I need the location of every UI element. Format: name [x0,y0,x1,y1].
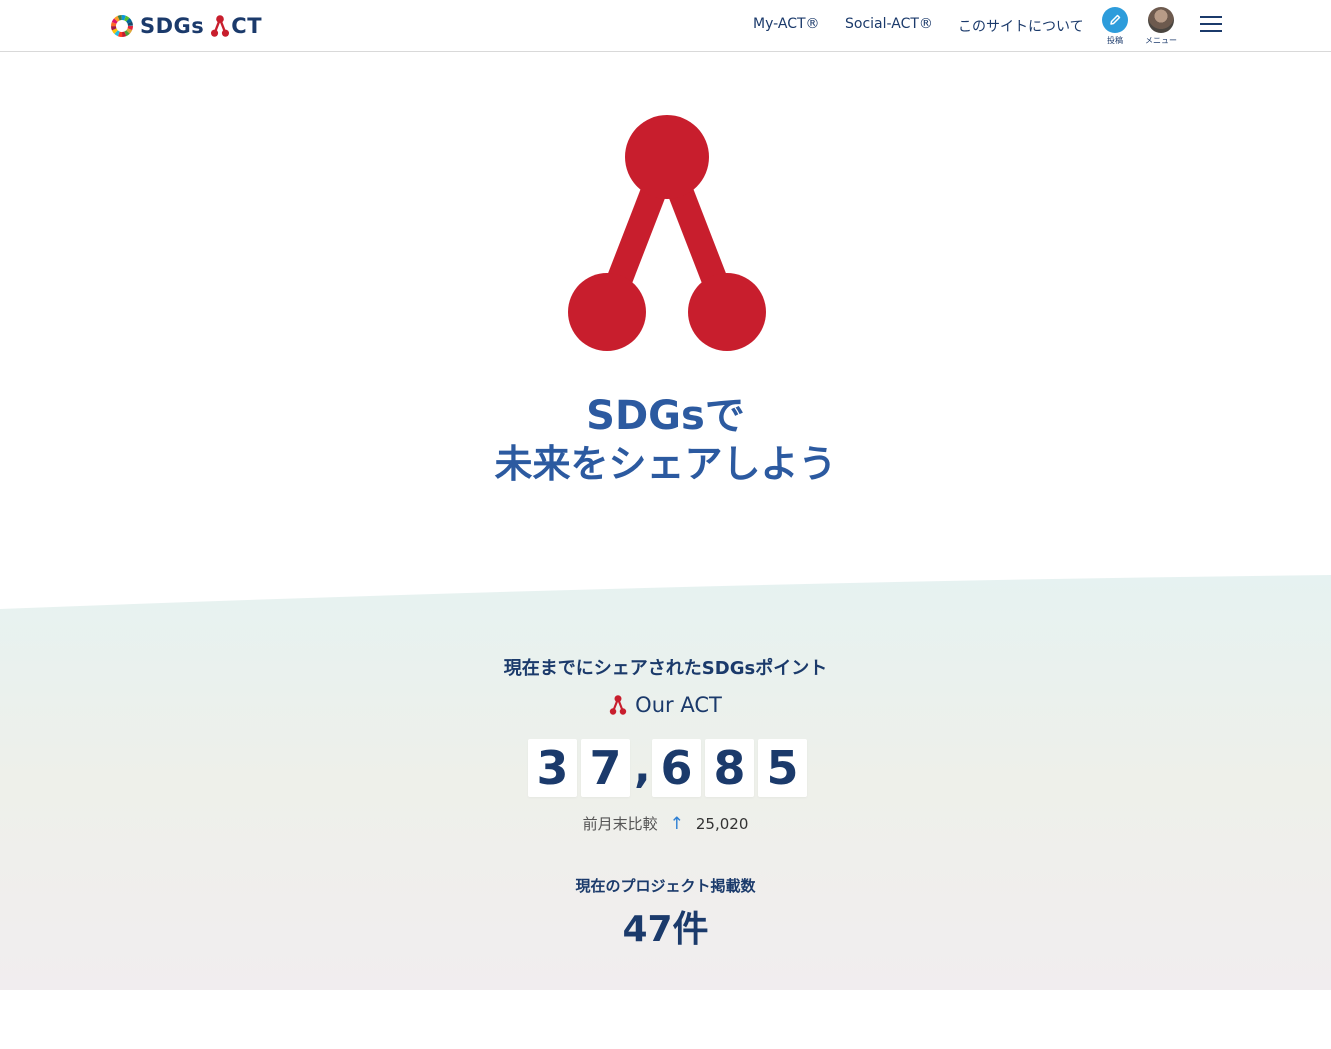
site-logo[interactable]: SDGs CT [110,12,262,40]
menu-label: メニュー [1145,36,1177,45]
act-mark-icon [568,115,766,351]
hamburger-line [1200,30,1222,32]
logo-text-sdgs: SDGs [140,14,205,38]
act-mark-icon [609,695,627,715]
logo-text-ct: CT [231,14,263,38]
counter-separator: , [634,742,651,793]
counter-digit: 8 [705,739,754,797]
sdgs-wheel-icon [111,15,133,37]
counter-digit: 5 [758,739,807,797]
nav-social-act[interactable]: Social-ACT® [845,16,933,32]
our-act-label: Our ACT [0,693,1331,717]
avatar [1148,7,1174,33]
pencil-icon [1110,14,1121,25]
act-mark-icon [211,15,230,37]
site-header: SDGs CT My-ACT® Social-ACT® このサイトについて 投稿 [0,0,1331,52]
hero-title: SDGsで 未来をシェアしよう [0,392,1331,488]
counter-digit: 3 [528,739,577,797]
project-count: 47件 [622,909,709,950]
hamburger-line [1200,16,1222,18]
counter-digit: 6 [652,739,701,797]
post-icon-circle [1102,7,1128,33]
hamburger-icon[interactable] [1200,16,1222,34]
arrow-up-icon: ↑ [669,813,684,834]
points-heading: 現在までにシェアされたSDGsポイント [503,658,828,679]
compare-value: 25,020 [695,814,749,833]
hero-title-line1: SDGsで [586,393,745,439]
points-counter: 3 7 , 6 8 5 [528,739,811,797]
compare-label: 前月末比較 [582,815,658,833]
month-comparison: 前月末比較 ↑ 25,020 [0,813,1331,834]
logo-text-act: CT [210,14,262,38]
nav-about[interactable]: このサイトについて [958,16,1084,36]
hamburger-line [1200,23,1222,25]
our-act-text: Our ACT [635,693,722,717]
counter-digit: 7 [581,739,630,797]
post-button[interactable]: 投稿 [1095,7,1135,46]
user-menu-button[interactable]: メニュー [1141,7,1181,46]
nav-my-act[interactable]: My-ACT® [753,16,820,32]
project-count-heading: 現在のプロジェクト掲載数 [575,877,756,895]
logo-wordmark: SDGs CT [140,14,262,38]
post-label: 投稿 [1107,36,1123,45]
hero-title-line2: 未来をシェアしよう [494,442,837,486]
